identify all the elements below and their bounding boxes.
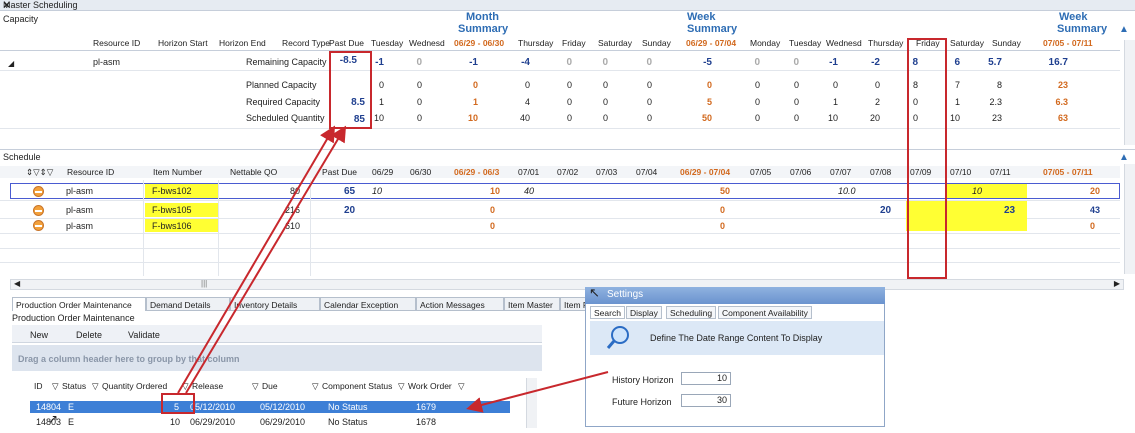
arrow-to-past-due [177,125,336,394]
annotation-arrows [177,125,609,413]
arrow-to-row [466,371,609,413]
arrow-to-scheduled [185,125,347,394]
